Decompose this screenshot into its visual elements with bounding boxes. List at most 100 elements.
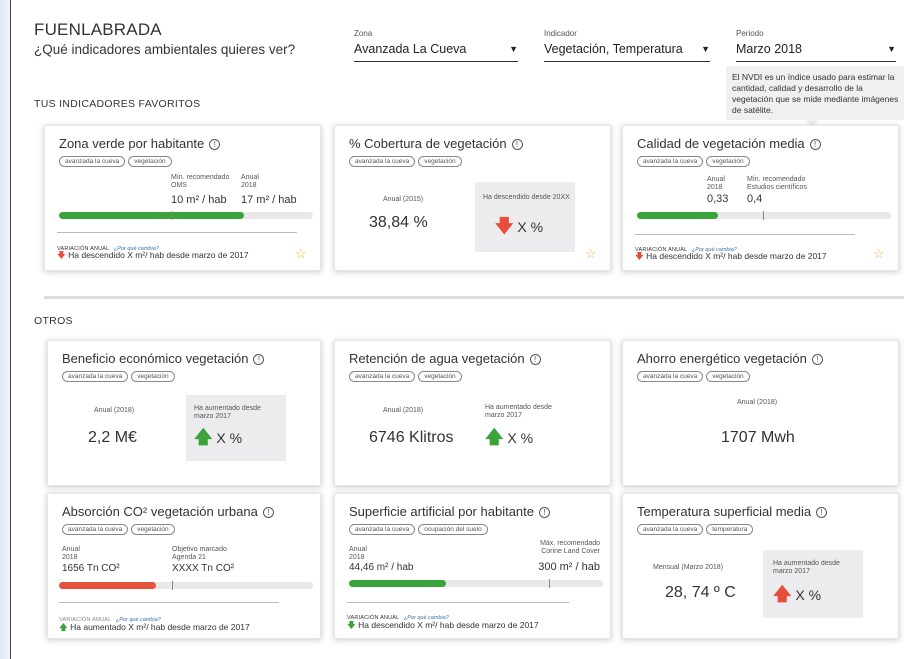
- card-title: Temperatura superficial media!: [637, 504, 828, 519]
- info-icon[interactable]: !: [253, 354, 265, 365]
- card-superficie[interactable]: Superficie artificial por habitante! ava…: [334, 493, 611, 639]
- tag-vegetation[interactable]: vegetación: [131, 371, 175, 382]
- tag-list: avanzada la cueva vegetación: [637, 371, 750, 382]
- page-subtitle: ¿Qué indicadores ambientales quieres ver…: [34, 42, 296, 57]
- indicador-select[interactable]: Vegetación, Temperatura ▼: [544, 38, 710, 62]
- card-calidad[interactable]: Calidad de vegetación media! avanzada la…: [622, 125, 899, 271]
- main-value: 2,2 M€: [88, 429, 137, 446]
- progress-bar: [637, 211, 891, 220]
- annual-value: 44,46 m² / hab: [349, 562, 414, 573]
- tag-list: avanzada la cueva vegetación: [62, 524, 175, 535]
- card-title-text: Zona verde por habitante: [59, 136, 205, 151]
- variation-value: Ha descendido X m²/ hab desde marzo de 2…: [358, 620, 539, 630]
- tag-zone[interactable]: avanzada la cueva: [62, 524, 129, 535]
- indicador-label: Indicador: [544, 29, 577, 38]
- info-icon[interactable]: !: [209, 139, 221, 150]
- change-value-row: 🡅 X %: [773, 582, 821, 612]
- card-temperatura[interactable]: Temperatura superficial media! avanzada …: [622, 493, 899, 639]
- change-label: Ha aumentado desde marzo 2017: [485, 404, 552, 420]
- progress-fill: [349, 580, 446, 587]
- zona-select[interactable]: Avanzada La Cueva ▼: [354, 38, 518, 62]
- arrow-down-icon: 🡇: [635, 251, 644, 261]
- annual-label: Anual 2018: [349, 546, 367, 562]
- change-value: X %: [795, 587, 822, 603]
- tag-zone[interactable]: avanzada la cueva: [59, 156, 126, 167]
- tooltip-line: El NVDI es un índice usado para estimar …: [732, 72, 895, 82]
- periodo-select[interactable]: Marzo 2018 ▼: [736, 38, 896, 62]
- window-border: [10, 0, 11, 659]
- card-title: Zona verde por habitante!: [59, 136, 221, 151]
- change-label: Ha descendido desde 20XX: [483, 194, 570, 201]
- card-title: Beneficio económico vegetación!: [62, 351, 265, 366]
- progress-bar: [59, 581, 313, 590]
- progress-bar: [59, 211, 313, 220]
- card-ahorro[interactable]: Ahorro energético vegetación! avanzada l…: [622, 340, 899, 486]
- tag-zone[interactable]: avanzada la cueva: [349, 156, 416, 167]
- card-zona-verde[interactable]: Zona verde por habitante! avanzada la cu…: [44, 125, 321, 271]
- tag-vegetation[interactable]: vegetación: [706, 156, 750, 167]
- arrow-down-icon: 🡇: [57, 250, 66, 260]
- tag-temperature[interactable]: temperatura: [706, 524, 754, 535]
- section-favorites-title: TUS INDICADORES FAVORITOS: [34, 98, 201, 110]
- change-value-row: 🡇 X %: [495, 214, 543, 244]
- divider: [347, 602, 569, 603]
- card-beneficio[interactable]: Beneficio económico vegetación! avanzada…: [47, 340, 321, 486]
- info-tooltip: El NVDI es un índice usado para estimar …: [726, 66, 904, 120]
- annual-label-2: 2018: [241, 182, 257, 189]
- info-icon[interactable]: !: [529, 354, 541, 365]
- tag-vegetation[interactable]: vegetación: [131, 524, 175, 535]
- variation-value: Ha descendido X m²/ hab desde marzo de 2…: [68, 250, 249, 260]
- period-label: Anual (2018): [383, 407, 424, 414]
- min-label: Mín. recomendado Estudios científicos: [747, 176, 807, 192]
- tooltip-line: vegetación que se mide mediante imágenes: [732, 94, 899, 104]
- star-icon[interactable]: ☆: [585, 246, 597, 262]
- change-label-1: Ha aumentado desde: [194, 405, 261, 412]
- tag-zone[interactable]: avanzada la cueva: [62, 371, 129, 382]
- tag-list: avanzada la cueva vegetación: [59, 156, 172, 167]
- info-icon[interactable]: !: [816, 507, 828, 518]
- change-label-2: marzo 2017: [485, 412, 522, 419]
- info-icon[interactable]: !: [809, 139, 821, 150]
- info-icon[interactable]: !: [539, 507, 550, 518]
- change-label-1: Ha aumentado desde: [773, 560, 840, 567]
- max-value: 300 m² / hab: [538, 561, 600, 573]
- target-marker: [171, 211, 172, 220]
- star-icon[interactable]: ☆: [873, 246, 885, 262]
- change-label: Ha aumentado desde marzo 2017: [194, 405, 261, 421]
- tag-vegetation[interactable]: vegetación: [418, 156, 462, 167]
- annual-label-2: 2018: [62, 554, 78, 561]
- goal-label: Objetivo marcado Agenda 21: [172, 546, 227, 562]
- tag-vegetation[interactable]: vegetación: [128, 156, 172, 167]
- info-icon[interactable]: !: [511, 139, 523, 150]
- target-marker: [763, 211, 764, 220]
- info-icon[interactable]: !: [262, 507, 274, 518]
- tag-zone[interactable]: avanzada la cueva: [349, 371, 416, 382]
- min-value: 0,4: [747, 193, 763, 205]
- star-icon[interactable]: ☆: [295, 246, 307, 262]
- tag-vegetation[interactable]: vegetación: [418, 371, 462, 382]
- card-cobertura[interactable]: % Cobertura de vegetación! avanzada la c…: [334, 125, 611, 271]
- annual-value: 17 m² / hab: [241, 194, 297, 206]
- annual-label: Anual 2018: [241, 174, 259, 190]
- tag-land-use[interactable]: ocupación del suelo: [418, 524, 488, 535]
- tag-zone[interactable]: avanzada la cueva: [637, 371, 704, 382]
- card-title: Absorción CO² vegetación urbana!: [62, 504, 274, 519]
- divider: [57, 232, 297, 233]
- tag-list: avanzada la cueva vegetación: [637, 156, 750, 167]
- card-title-text: Superficie artificial por habitante: [349, 504, 534, 519]
- main-value: 1707 Mwh: [721, 429, 795, 446]
- card-retencion[interactable]: Retención de agua vegetación! avanzada l…: [334, 340, 611, 486]
- period-label: Anual (2018): [94, 407, 135, 414]
- card-absorcion[interactable]: Absorción CO² vegetación urbana! avanzad…: [47, 493, 321, 639]
- arrow-up-icon: 🡅: [773, 584, 792, 604]
- tag-zone[interactable]: avanzada la cueva: [349, 524, 416, 535]
- tag-zone[interactable]: avanzada la cueva: [637, 156, 704, 167]
- variation-text: 🡇 Ha descendido X m²/ hab desde marzo de…: [57, 250, 249, 264]
- card-title-text: Absorción CO² vegetación urbana: [62, 504, 258, 519]
- card-title-text: Ahorro energético vegetación: [637, 351, 807, 366]
- variation-text: 🡅 Ha aumentado X m²/ hab desde marzo de …: [59, 622, 250, 636]
- info-icon[interactable]: !: [811, 354, 823, 365]
- indicador-value: Vegetación, Temperatura: [544, 42, 683, 56]
- tag-vegetation[interactable]: vegetación: [706, 371, 750, 382]
- tag-zone[interactable]: avanzada la cueva: [637, 524, 704, 535]
